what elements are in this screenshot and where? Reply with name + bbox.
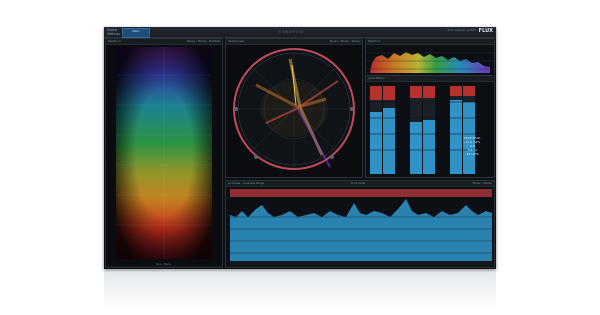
timeline-header-center: Time Scale (351, 182, 366, 185)
spectrogram-panel: Spectrum Stereo - Stereo - Mid/Side - - … (105, 38, 223, 268)
spectrogram-footer: Mono / Stereo (156, 263, 172, 266)
title-bar: Global Settings Main SYNOPTIK Pure Analy… (104, 27, 496, 38)
screen-reflection (104, 270, 496, 310)
timeline-display[interactable] (226, 187, 494, 267)
circle-handle-icon (330, 155, 334, 159)
app-title: SYNOPTIK (279, 30, 305, 34)
spectrum-title: Spectrum (368, 40, 381, 43)
tab-main[interactable]: Main (122, 28, 150, 38)
meters-display[interactable] (366, 82, 494, 177)
brand-logo: FLUX (478, 28, 493, 34)
app-window: Global Settings Main SYNOPTIK Pure Analy… (104, 27, 496, 269)
circle-handle-icon (234, 107, 238, 111)
timeline-header-right: Stereo - Stereo (472, 182, 493, 185)
meter-bar (423, 86, 435, 98)
vectorscope-panel: Vectorscope Stereo - Stereo - Stereo (225, 38, 363, 178)
spectrogram-title: Spectrum (108, 40, 121, 43)
spectrogram-y-ticks: -------- (107, 79, 108, 166)
meter-bar (450, 86, 462, 96)
brand-subtitle: Pure Analyzer System (447, 29, 476, 32)
readout-line: -16 LUFS (465, 152, 479, 156)
meter-bar (370, 112, 382, 174)
timeline-panel: Loudness - Loudness Range Time Scale Ste… (225, 180, 495, 268)
vectorscope-header-right: Stereo - Stereo - Stereo (329, 40, 360, 43)
menu[interactable]: Global Settings (107, 28, 120, 36)
spectrogram-display[interactable] (106, 45, 222, 265)
spectrogram-header-right: Stereo - Stereo - Mid/Side (186, 40, 220, 43)
meter-bar (410, 86, 422, 98)
meters-title: Level Meters (368, 77, 385, 80)
circle-handle-icon (254, 155, 258, 159)
vectorscope-display[interactable] (226, 45, 362, 177)
circle-handle-icon (350, 107, 354, 111)
meter-bar (423, 120, 435, 174)
meter-bar (410, 122, 422, 174)
meter-bar (383, 86, 395, 100)
meter-bar (463, 86, 475, 96)
meter-bar (370, 86, 382, 100)
timeline-header-left: Loudness - Loudness Range (228, 182, 265, 185)
spectrum-display[interactable] (366, 45, 494, 74)
vectorscope-title: Vectorscope (228, 40, 244, 43)
loudness-readout: TRUE PEAK -12.0 LUFS -4.8 -8.4 LU -16 LU… (452, 136, 492, 156)
spectrum-panel: Spectrum (365, 38, 495, 74)
meters-panel: Level Meters TRUE PEAK -12.0 LUFS -4.8 -… (365, 75, 495, 178)
menu-item-settings[interactable]: Settings (107, 32, 120, 36)
